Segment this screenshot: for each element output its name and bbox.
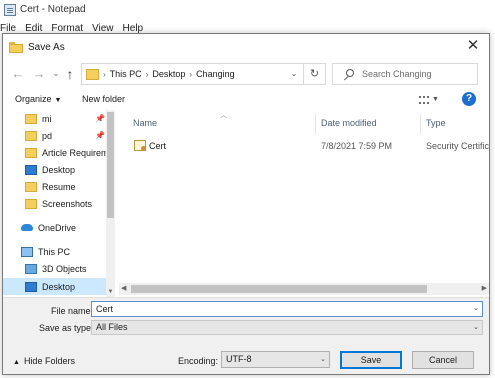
scrollbar-thumb[interactable]	[107, 112, 114, 218]
save-as-dialog: Save As ✕ ← → ⌄ ↑ › This PC › Desktop › …	[2, 33, 490, 375]
sidebar-item-pd[interactable]: pd 📌	[3, 127, 107, 144]
sidebar-item-screenshots[interactable]: Screenshots	[3, 195, 107, 212]
organize-button[interactable]: Organize ▼	[15, 94, 61, 104]
sidebar-item-desktop-selected[interactable]: Desktop	[3, 278, 107, 295]
forward-arrow-icon[interactable]: →	[32, 67, 46, 81]
chevron-down-icon[interactable]: ⌄	[289, 68, 299, 80]
nav-pane-scrollbar[interactable]: ▼	[106, 110, 115, 297]
address-row: ← → ⌄ ↑ › This PC › Desktop › Changing ⌄…	[3, 61, 489, 87]
encoding-value: UTF-8	[226, 354, 252, 364]
file-type: Security Certificat	[426, 141, 490, 151]
file-row-cert[interactable]: Cert 7/8/2021 7:59 PM Security Certifica…	[119, 138, 490, 155]
save-as-type-value: All Files	[96, 322, 128, 332]
notepad-title: Cert - Notepad	[20, 4, 86, 15]
folder-icon	[25, 113, 37, 124]
close-icon[interactable]: ✕	[466, 38, 480, 53]
sidebar-item-this-pc[interactable]: This PC	[3, 243, 107, 260]
save-as-type-label: Save as type:	[39, 323, 94, 333]
sidebar-item-article-requirem[interactable]: Article Requirem	[3, 144, 107, 161]
file-name-value: Cert	[96, 304, 114, 314]
breadcrumb-changing[interactable]: Changing	[196, 69, 235, 79]
address-bar[interactable]: › This PC › Desktop › Changing ⌄	[81, 63, 304, 85]
search-input[interactable]: Search Changing	[332, 63, 478, 85]
breadcrumb-this-pc[interactable]: This PC	[110, 69, 142, 79]
refresh-icon[interactable]: ↻	[304, 63, 326, 85]
menu-help[interactable]: Help	[123, 23, 144, 34]
column-header-name[interactable]: Name	[133, 118, 157, 128]
scroll-right-arrow-icon[interactable]: ▶	[482, 283, 487, 295]
sort-ascending-icon: ︿	[220, 112, 227, 119]
folder-icon	[25, 198, 37, 209]
encoding-select[interactable]: UTF-8 ⌄	[221, 351, 330, 368]
search-icon	[343, 68, 354, 81]
dialog-title: Save As	[28, 41, 65, 53]
breadcrumb-separator-icon[interactable]: ›	[103, 70, 106, 79]
sidebar-item-resume[interactable]: Resume	[3, 178, 107, 195]
search-placeholder: Search Changing	[362, 69, 432, 79]
save-as-type-select[interactable]: All Files ⌄	[91, 320, 483, 335]
sidebar-item-mi[interactable]: mi 📌	[3, 110, 107, 127]
desktop-icon	[25, 281, 37, 292]
notepad-icon	[4, 3, 16, 16]
menu-edit[interactable]: Edit	[25, 23, 42, 34]
breadcrumb-separator-icon[interactable]: ›	[189, 70, 192, 79]
recent-locations-chevron-icon[interactable]: ⌄	[49, 67, 63, 81]
menu-view[interactable]: View	[92, 23, 114, 34]
computer-icon	[21, 246, 33, 257]
sidebar-item-desktop[interactable]: Desktop	[3, 161, 107, 178]
new-folder-button[interactable]: New folder	[82, 94, 125, 104]
file-name: Cert	[149, 141, 167, 151]
save-form: File name: Cert ⌄ Save as type: All File…	[3, 297, 489, 374]
file-list-header: ︿ Name Date modified Type	[119, 112, 489, 134]
column-divider[interactable]	[315, 114, 316, 134]
3d-objects-icon	[25, 263, 37, 274]
folder-icon	[25, 147, 37, 158]
breadcrumb-separator-icon[interactable]: ›	[146, 70, 149, 79]
sidebar-item-3d-objects[interactable]: 3D Objects	[3, 260, 107, 277]
notepad-titlebar: Cert - Notepad	[0, 0, 495, 19]
chevron-down-icon[interactable]: ⌄	[473, 321, 479, 334]
cancel-button[interactable]: Cancel	[412, 351, 474, 369]
encoding-label: Encoding:	[178, 356, 219, 366]
caret-down-icon: ▼	[432, 96, 439, 104]
up-arrow-icon[interactable]: ↑	[63, 67, 77, 81]
navigation-pane: mi 📌 pd 📌 Article Requirem Desktop Resum…	[3, 110, 115, 297]
dialog-titlebar: Save As ✕	[3, 34, 489, 60]
hide-folders-button[interactable]: ▲ Hide Folders	[13, 356, 75, 366]
folder-icon	[25, 130, 37, 141]
folder-icon	[86, 68, 99, 80]
change-view-button[interactable]: ▼	[419, 94, 443, 106]
scrollbar-thumb[interactable]	[131, 285, 427, 293]
file-name-field[interactable]: Cert ⌄	[91, 301, 483, 317]
file-list-horizontal-scrollbar[interactable]: ◀ ▶	[119, 283, 489, 295]
column-header-type[interactable]: Type	[426, 118, 446, 128]
save-button[interactable]: Save	[340, 351, 402, 369]
scroll-left-arrow-icon[interactable]: ◀	[121, 283, 126, 295]
file-date-modified: 7/8/2021 7:59 PM	[321, 141, 393, 151]
column-divider[interactable]	[420, 114, 421, 134]
command-bar: Organize ▼ New folder ▼ ?	[3, 91, 489, 109]
help-icon[interactable]: ?	[462, 92, 476, 106]
menu-file[interactable]: File	[0, 23, 16, 34]
certificate-icon	[134, 140, 146, 151]
chevron-down-icon[interactable]: ⌄	[320, 352, 326, 367]
desktop-icon	[25, 164, 37, 175]
folder-icon	[9, 41, 23, 53]
back-arrow-icon[interactable]: ←	[11, 67, 25, 81]
folder-icon	[25, 181, 37, 192]
column-header-date-modified[interactable]: Date modified	[321, 118, 377, 128]
chevron-down-icon[interactable]: ⌄	[473, 302, 479, 316]
scroll-down-arrow-icon[interactable]: ▼	[106, 289, 115, 295]
sidebar-item-onedrive[interactable]: OneDrive	[3, 219, 107, 236]
pin-icon: 📌	[95, 131, 105, 140]
breadcrumb-desktop[interactable]: Desktop	[152, 69, 185, 79]
pin-icon: 📌	[95, 114, 105, 123]
menu-format[interactable]: Format	[51, 23, 83, 34]
caret-up-icon: ▲	[13, 359, 20, 366]
onedrive-icon	[21, 224, 33, 231]
view-details-icon	[419, 95, 429, 104]
file-name-label: File name:	[51, 306, 94, 316]
caret-down-icon: ▼	[54, 97, 62, 104]
